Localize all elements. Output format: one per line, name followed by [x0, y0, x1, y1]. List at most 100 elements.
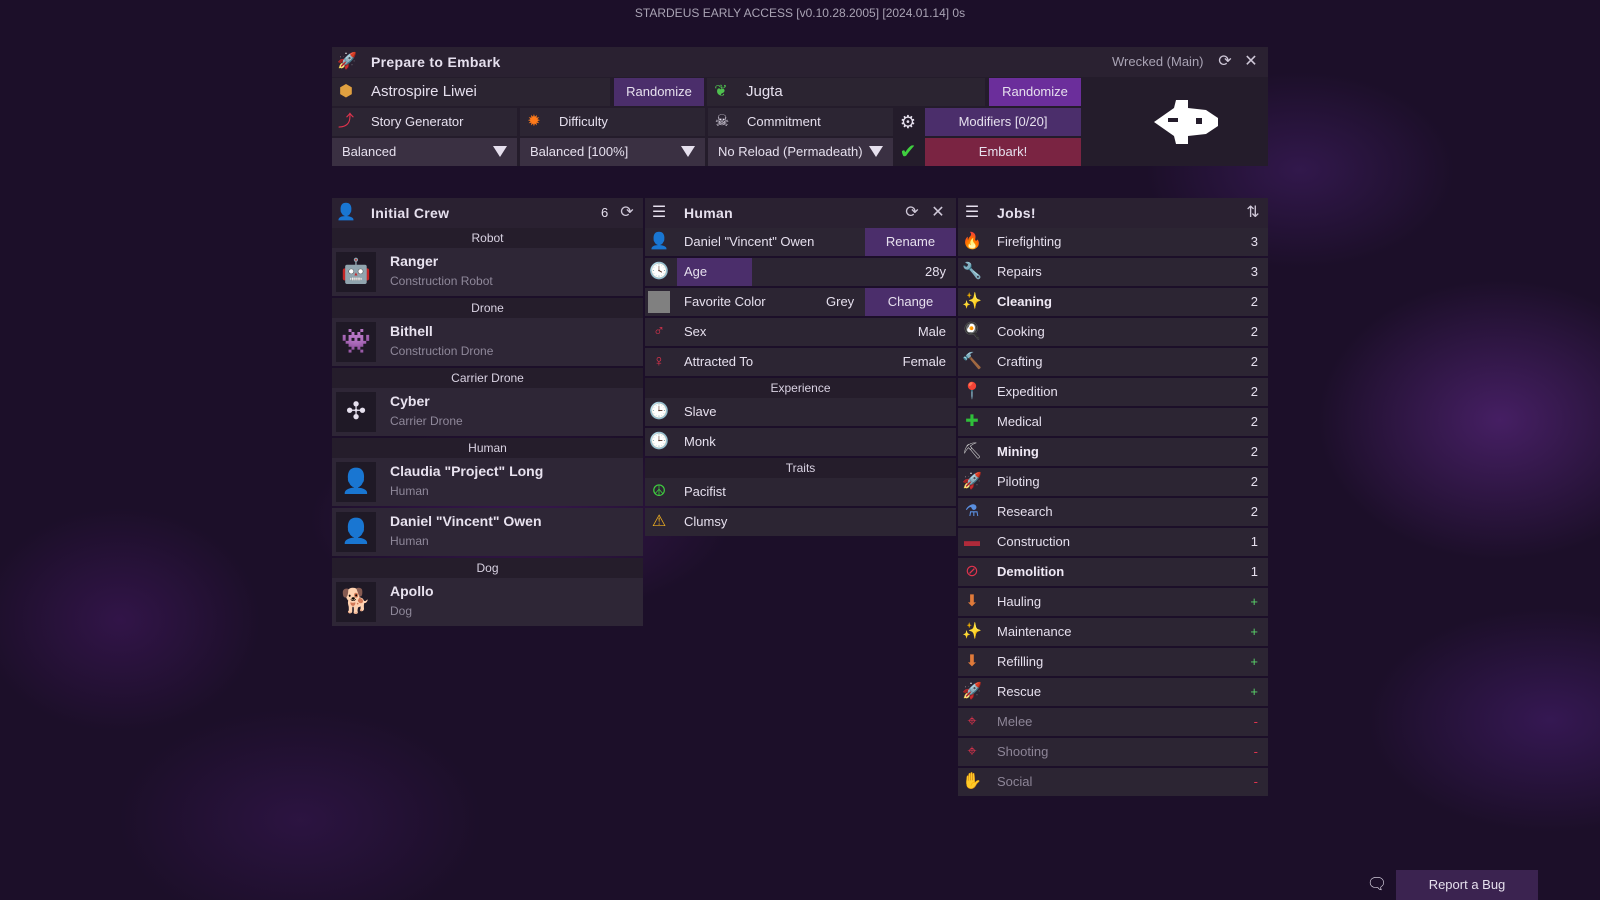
commitment-select[interactable]: No Reload (Permadeath)	[708, 138, 893, 166]
job-row[interactable]: ▬ Construction 1	[958, 528, 1268, 556]
job-icon: ⊘	[965, 563, 979, 580]
crew-member[interactable]: ✣ Cyber Carrier Drone	[332, 388, 643, 436]
job-priority[interactable]: 2	[1251, 498, 1258, 526]
job-row[interactable]: ⌖ Shooting -	[958, 738, 1268, 766]
rocket-icon: 🚀	[337, 53, 357, 70]
job-name: Research	[997, 504, 1053, 519]
change-color-button[interactable]: Change	[865, 288, 956, 316]
crew-group-label: Drone	[332, 298, 643, 318]
job-priority[interactable]: 2	[1251, 408, 1258, 436]
job-icon: ⚗	[964, 503, 980, 520]
job-icon: 🔧	[962, 263, 982, 280]
job-name: Medical	[997, 414, 1042, 429]
crew-portrait: 🤖	[336, 252, 376, 292]
job-priority[interactable]: 2	[1251, 288, 1258, 316]
report-bug-button[interactable]: Report a Bug	[1396, 870, 1538, 900]
job-row[interactable]: ⌖ Melee -	[958, 708, 1268, 736]
job-row[interactable]: 🔧 Repairs 3	[958, 258, 1268, 286]
commitment-label-row: ☠ Commitment	[708, 108, 893, 136]
refresh-icon[interactable]: ⟳	[901, 202, 923, 224]
job-icon: ⌖	[967, 713, 977, 730]
job-priority[interactable]: 1	[1251, 528, 1258, 556]
crew-group-label: Human	[332, 438, 643, 458]
crew-member[interactable]: 👤 Claudia "Project" Long Human	[332, 458, 643, 506]
job-priority[interactable]: 3	[1251, 258, 1258, 286]
job-row[interactable]: ✚ Medical 2	[958, 408, 1268, 436]
embark-button[interactable]: Embark!	[925, 138, 1081, 166]
close-icon[interactable]: ✕	[927, 202, 949, 224]
story-select-value: Balanced	[342, 144, 397, 159]
crew-member[interactable]: 🤖 Ranger Construction Robot	[332, 248, 643, 296]
crew-group-label: Robot	[332, 228, 643, 248]
job-row[interactable]: ⊘ Demolition 1	[958, 558, 1268, 586]
crew-type: Human	[390, 484, 429, 498]
crew-member[interactable]: 👤 Daniel "Vincent" Owen Human	[332, 508, 643, 556]
job-icon: ⬇	[965, 593, 979, 610]
job-name: Demolition	[997, 564, 1065, 579]
crew-member[interactable]: 🐕 Apollo Dog	[332, 578, 643, 626]
job-row[interactable]: 🚀 Piloting 2	[958, 468, 1268, 496]
job-row[interactable]: 🔨 Crafting 2	[958, 348, 1268, 376]
job-row[interactable]: ✨ Cleaning 2	[958, 288, 1268, 316]
favorite-color-label: Favorite Color	[684, 294, 766, 309]
modifiers-button[interactable]: Modifiers [0/20]	[925, 108, 1081, 136]
human-name: Daniel "Vincent" Owen	[684, 234, 815, 249]
refresh-icon[interactable]: ⟳	[1214, 51, 1236, 73]
crew-member[interactable]: 👾 Bithell Construction Drone	[332, 318, 643, 366]
job-priority[interactable]: 2	[1251, 348, 1258, 376]
job-row[interactable]: ⚗ Research 2	[958, 498, 1268, 526]
experience-item: 🕒 Slave	[645, 398, 956, 426]
embark-panel: 🚀 Prepare to Embark Wrecked (Main) ⟳ ✕ ⬢…	[332, 47, 1268, 166]
experience-item: 🕒 Monk	[645, 428, 956, 456]
job-row[interactable]: 🚀 Rescue +	[958, 678, 1268, 706]
job-row[interactable]: ✋ Social -	[958, 768, 1268, 796]
randomize-ship-button[interactable]: Randomize	[614, 78, 704, 106]
job-priority[interactable]: -	[1254, 738, 1258, 766]
job-icon: ⬇	[965, 653, 979, 670]
rename-button[interactable]: Rename	[865, 228, 956, 256]
job-priority[interactable]: 3	[1251, 228, 1258, 256]
age-row: 🕓 Age 28y	[645, 258, 956, 286]
clock-icon: 🕒	[649, 403, 669, 420]
crew-count: 6	[601, 205, 609, 220]
traits-header: Traits	[645, 458, 956, 478]
sun-icon: ✹	[527, 113, 541, 130]
job-row[interactable]: ⬇ Refilling +	[958, 648, 1268, 676]
job-priority[interactable]: 1	[1251, 558, 1258, 586]
job-name: Refilling	[997, 654, 1044, 669]
job-icon: ✨	[962, 293, 982, 310]
colony-name-input[interactable]: Jugta	[746, 78, 783, 106]
ship-name-input[interactable]: Astrospire Liwei	[371, 78, 477, 106]
job-priority[interactable]: +	[1250, 678, 1258, 706]
sort-icon[interactable]: ⇅	[1242, 202, 1264, 224]
attracted-label: Attracted To	[684, 354, 754, 369]
job-priority[interactable]: -	[1254, 768, 1258, 796]
colony-name-row: ❦ Jugta	[707, 78, 985, 106]
job-priority[interactable]: +	[1250, 618, 1258, 646]
job-row[interactable]: 📍 Expedition 2	[958, 378, 1268, 406]
job-priority[interactable]: +	[1250, 648, 1258, 676]
job-row[interactable]: ⛏ Mining 2	[958, 438, 1268, 466]
job-name: Cleaning	[997, 294, 1052, 309]
job-priority[interactable]: 2	[1251, 468, 1258, 496]
close-icon[interactable]: ✕	[1240, 51, 1262, 73]
crew-name: Ranger	[390, 253, 439, 269]
job-row[interactable]: 🔥 Firefighting 3	[958, 228, 1268, 256]
randomize-colony-button[interactable]: Randomize	[989, 78, 1081, 106]
job-name: Piloting	[997, 474, 1040, 489]
job-priority[interactable]: 2	[1251, 318, 1258, 346]
job-priority[interactable]: +	[1250, 588, 1258, 616]
story-select[interactable]: Balanced	[332, 138, 517, 166]
job-row[interactable]: 🍳 Cooking 2	[958, 318, 1268, 346]
attracted-row: ♀ Attracted To Female	[645, 348, 956, 376]
difficulty-select[interactable]: Balanced [100%]	[520, 138, 705, 166]
job-icon: 🚀	[962, 683, 982, 700]
job-row[interactable]: ✨ Maintenance +	[958, 618, 1268, 646]
job-priority[interactable]: 2	[1251, 378, 1258, 406]
crew-type: Construction Robot	[390, 274, 493, 288]
job-name: Cooking	[997, 324, 1045, 339]
job-row[interactable]: ⬇ Hauling +	[958, 588, 1268, 616]
job-priority[interactable]: 2	[1251, 438, 1258, 466]
job-priority[interactable]: -	[1254, 708, 1258, 736]
refresh-icon[interactable]: ⟳	[616, 202, 638, 224]
